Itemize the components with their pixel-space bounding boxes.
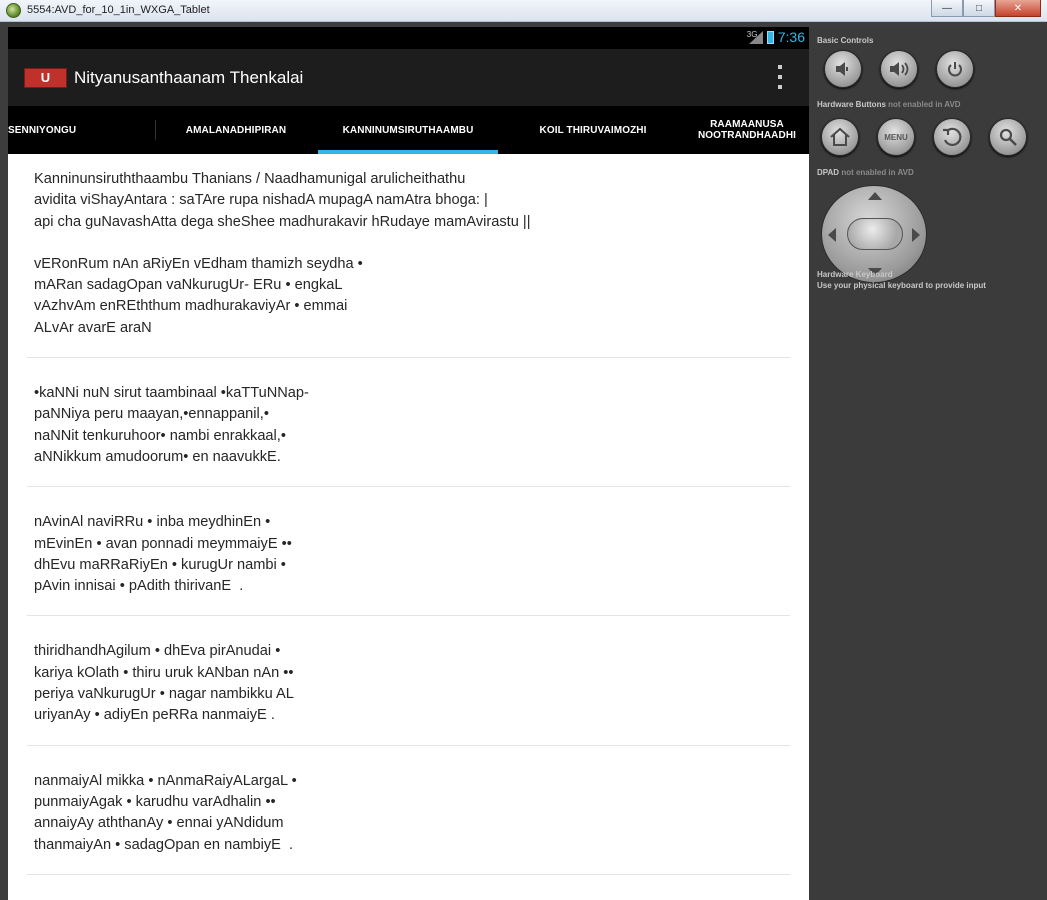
device-screen: 3G 7:36 U Nityanusanthaanam Thenkalai SE… — [8, 27, 809, 900]
verse-line: nAvinAl naviRRu • inba meydhinEn • — [34, 514, 271, 531]
maximize-button[interactable]: □ — [963, 0, 995, 17]
verse-line: pAvin innisai • pAdith thirivanE . — [34, 578, 244, 595]
volume-up-icon[interactable] — [880, 50, 918, 88]
verse-line: aNNikkum amudoorum• en naavukkE. — [34, 448, 281, 465]
verse-line: paNNiya peru maayan,•ennappanil,• — [34, 406, 269, 423]
volume-down-icon[interactable] — [824, 50, 862, 88]
window-title: 5554:AVD_for_10_1in_WXGA_Tablet — [27, 4, 210, 16]
intro-line: avidita viShayAntara : saTAre rupa nisha… — [34, 192, 488, 209]
hardware-buttons-label: Hardware Buttons not enabled in AVD — [817, 100, 961, 109]
close-button[interactable]: ✕ — [995, 0, 1041, 17]
dpad-title: DPAD — [817, 168, 840, 177]
verse-line: vAzhvAm enREththum madhurakaviyAr • emma… — [34, 298, 348, 315]
verse-card: nAvinAl naviRRu • inba meydhinEn • mEvin… — [27, 487, 790, 617]
dpad-center-button[interactable] — [847, 218, 903, 250]
tab-amalanadhipiran[interactable]: AMALANADHIPIRAN — [156, 106, 316, 154]
hardware-buttons-note: not enabled in AVD — [888, 100, 961, 109]
tab-label: KANNINUMSIRUTHAAMBU — [342, 124, 474, 136]
window-controls: — □ ✕ — [931, 0, 1041, 17]
emulator-app-icon — [6, 3, 21, 18]
dpad-note: not enabled in AVD — [841, 168, 914, 177]
content-scroll-area[interactable]: Kanninunsiruththaambu Thanians / Naadham… — [8, 154, 809, 900]
signal-icon: 3G — [747, 30, 763, 44]
verse-line: vERonRum nAn aRiyEn vEdham thamizh seydh… — [34, 255, 363, 272]
intro-section: Kanninunsiruththaambu Thanians / Naadham… — [27, 154, 790, 359]
power-icon[interactable] — [936, 50, 974, 88]
verse-line: thiridhandhAgilum • dhEva pirAnudai • — [34, 643, 281, 660]
verse-line: thanmaiyAn • sadagOpan en nambiyE . — [34, 836, 294, 853]
window-titlebar: 5554:AVD_for_10_1in_WXGA_Tablet — □ ✕ — [0, 0, 1047, 22]
verse-line: naNNit tenkuruhoor• nambi enrakkaal,• — [34, 427, 286, 444]
verse-line: uriyanAy • adiyEn peRRa nanmaiyE . — [34, 707, 275, 724]
verse-line: annaiyAy aththanAy • ennai yANdidum — [34, 815, 284, 832]
emulator-controls-panel: Basic Controls Hardware Buttons not enab… — [809, 27, 1047, 900]
home-icon[interactable] — [821, 118, 859, 156]
overflow-menu-icon[interactable] — [777, 65, 783, 89]
verse-card: thiridhandhAgilum • dhEva pirAnudai • ka… — [27, 616, 790, 746]
dpad-left-icon[interactable] — [828, 228, 836, 242]
tab-raamaanusa-nootrandhaadhi[interactable]: RAAMAANUSA NOOTRANDHAADHI — [688, 106, 806, 154]
dpad-right-icon[interactable] — [912, 228, 920, 242]
app-logo[interactable]: U — [24, 68, 67, 88]
verse-line: mEvinEn • avan ponnadi meymmaiyE •• — [34, 535, 292, 552]
verse-line: nanmaiyAl mikka • nAnmaRaiyALargaL • — [34, 772, 297, 789]
verse-line: mARan sadagOpan vaNkurugUr- ERu • engkaL — [34, 277, 343, 294]
dpad-label: DPAD not enabled in AVD — [817, 168, 914, 177]
dpad-control[interactable] — [821, 185, 927, 283]
network-type: 3G — [746, 30, 758, 39]
verse-card: •kaNNi nuN sirut taambinaal •kaTTuNNap- … — [27, 358, 790, 488]
verse-line: •kaNNi nuN sirut taambinaal •kaTTuNNap- — [34, 385, 309, 402]
minimize-button[interactable]: — — [931, 0, 963, 17]
hardware-keyboard-label: Hardware Keyboard — [817, 270, 893, 279]
verse-line: dhEvu maRRaRiyEn • kurugUr nambi • — [34, 556, 286, 573]
dpad-up-icon[interactable] — [868, 192, 882, 200]
app-title: Nityanusanthaanam Thenkalai — [74, 68, 304, 87]
verse-line: ALvAr avarE araN — [34, 319, 152, 336]
hardware-buttons-title: Hardware Buttons — [817, 100, 886, 109]
tab-bar: SENNIYONGU AMALANADHIPIRAN KANNINUMSIRUT… — [8, 106, 809, 154]
intro-line: api cha guNavashAtta dega sheShee madhur… — [34, 213, 531, 230]
search-icon[interactable] — [989, 118, 1027, 156]
tab-koil-thiruvaimozhi[interactable]: KOIL THIRUVAIMOZHI — [503, 106, 683, 154]
verse-line: periya vaNkurugUr • nagar nambikku AL — [34, 686, 294, 703]
status-clock: 7:36 — [777, 29, 805, 45]
status-bar: 3G 7:36 — [8, 27, 809, 49]
menu-button[interactable]: MENU — [877, 118, 915, 156]
battery-icon — [766, 30, 774, 44]
back-icon[interactable] — [933, 118, 971, 156]
tab-label: RAAMAANUSA NOOTRANDHAADHI — [697, 119, 797, 141]
tab-senniyongu[interactable]: SENNIYONGU — [8, 106, 90, 154]
tab-label: AMALANADHIPIRAN — [185, 124, 287, 136]
tab-label: KOIL THIRUVAIMOZHI — [539, 124, 647, 136]
intro-line: Kanninunsiruththaambu Thanians / Naadham… — [34, 171, 466, 187]
tab-label: SENNIYONGU — [8, 124, 77, 136]
status-icons: 3G 7:36 — [747, 29, 805, 45]
verse-card: nanmaiyAl mikka • nAnmaRaiyALargaL • pun… — [27, 746, 790, 875]
verse-line: punmaiyAgak • karudhu varAdhalin •• — [34, 793, 276, 810]
tab-kanninumsiruthaambu[interactable]: KANNINUMSIRUTHAAMBU — [318, 106, 498, 154]
basic-controls-label: Basic Controls — [817, 36, 874, 45]
action-bar: U Nityanusanthaanam Thenkalai — [8, 49, 809, 106]
keyboard-note: Use your physical keyboard to provide in… — [817, 281, 986, 290]
verse-line: kariya kOlath • thiru uruk kANban nAn •• — [34, 664, 294, 681]
